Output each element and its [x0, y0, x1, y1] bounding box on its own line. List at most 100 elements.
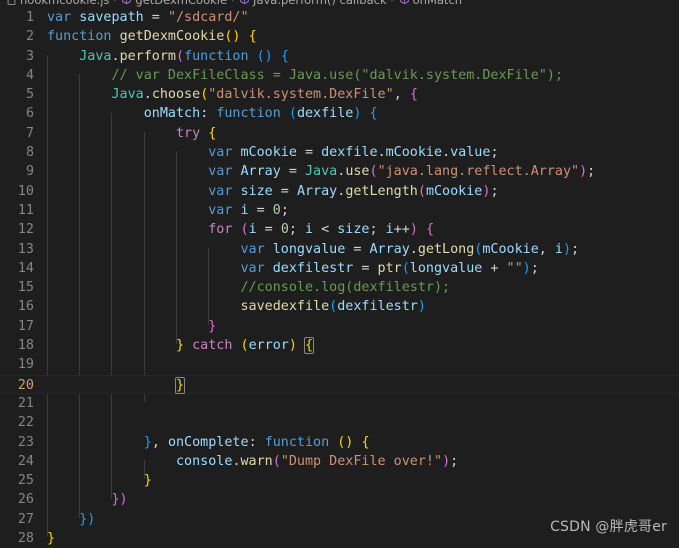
breadcrumb-item-3[interactable]: onMatch: [399, 0, 462, 7]
code-line[interactable]: 19: [0, 355, 679, 374]
line-content[interactable]: }: [47, 376, 186, 395]
code-token: }: [143, 434, 152, 450]
line-number: 17: [17, 318, 34, 334]
code-token: catch: [192, 338, 233, 354]
code-line[interactable]: 10 var size = Array.getLength(mCookie);: [0, 182, 679, 201]
code-token: var: [47, 10, 72, 25]
line-number: 23: [17, 434, 34, 450]
code-token: (: [401, 260, 410, 276]
line-number: 15: [17, 280, 34, 296]
line-content[interactable]: var Array = Java.use("java.lang.reflect.…: [47, 162, 595, 181]
code-token: (: [288, 106, 297, 122]
code-line[interactable]: 3 Java.perform(function () {: [0, 47, 679, 66]
code-token: +: [482, 260, 507, 276]
code-line[interactable]: 6 onMatch: function (dexfile) {: [0, 104, 679, 123]
line-content[interactable]: }: [47, 529, 55, 548]
breadcrumb[interactable]: hookmcookie.js › getDexmCookie › Java.perfor…: [0, 0, 679, 8]
code-token: 0: [280, 222, 289, 238]
line-number: 8: [25, 145, 34, 161]
code-token: }): [111, 492, 128, 508]
code-token: ;: [571, 241, 580, 257]
line-content[interactable]: var mCookie = dexfile.mCookie.value;: [47, 143, 498, 162]
code-token: ): [409, 222, 418, 238]
line-content[interactable]: var longvalue = Array.getLong(mCookie, i…: [47, 240, 579, 259]
line-number: 1: [25, 10, 34, 25]
code-line[interactable]: 23 }, onComplete: function () {: [0, 433, 679, 452]
line-content[interactable]: }: [47, 471, 152, 490]
line-content[interactable]: console.warn("Dump DexFile over!");: [47, 452, 458, 471]
code-line[interactable]: 5 Java.choose("dalvik.system.DexFile", {: [0, 85, 679, 104]
line-content[interactable]: function getDexmCookie() {: [47, 27, 257, 46]
line-content[interactable]: onMatch: function (dexfile) {: [47, 104, 378, 123]
line-content[interactable]: Java.perform(function () {: [47, 47, 289, 66]
code-line[interactable]: 25 }: [0, 471, 679, 490]
code-line[interactable]: 17 }: [0, 317, 679, 336]
code-lines-container[interactable]: 1 var savepath = "/sdcard/" 2 function getD…: [0, 8, 679, 548]
code-line[interactable]: 15 //console.log(dexfilestr);: [0, 278, 679, 297]
line-content[interactable]: // var DexFileClass = Java.use("dalvik.s…: [47, 66, 563, 85]
code-line[interactable]: 26 }): [0, 490, 679, 509]
code-line[interactable]: 22: [0, 413, 679, 432]
line-content[interactable]: }): [47, 490, 128, 509]
code-line[interactable]: 1 var savepath = "/sdcard/": [0, 8, 679, 27]
line-content[interactable]: }: [47, 317, 216, 336]
breadcrumb-item-1[interactable]: getDexmCookie: [121, 0, 227, 7]
code-line[interactable]: 18 } catch (error) {: [0, 336, 679, 355]
code-token: {: [425, 222, 434, 238]
breadcrumb-item-0[interactable]: hookmcookie.js: [6, 0, 109, 7]
code-token: ,: [393, 87, 410, 103]
line-content[interactable]: var dexfilestr = ptr(longvalue + "");: [47, 259, 538, 278]
code-token: function: [47, 29, 112, 45]
line-content[interactable]: for (i = 0; i < size; i++) {: [47, 220, 434, 239]
code-token: Java: [79, 48, 112, 64]
line-content[interactable]: try {: [47, 124, 216, 143]
code-token: Array: [369, 241, 410, 257]
line-content[interactable]: //console.log(dexfilestr);: [47, 278, 450, 297]
code-line[interactable]: 12 for (i = 0; i < size; i++) {: [0, 220, 679, 239]
code-line[interactable]: 16 savedexfile(dexfilestr): [0, 297, 679, 316]
code-line[interactable]: 13 var longvalue = Array.getLong(mCookie…: [0, 240, 679, 259]
line-content[interactable]: } catch (error) {: [47, 336, 315, 355]
code-token: :: [248, 434, 265, 450]
code-token: dexfilestr: [337, 299, 418, 315]
code-token: dexfile: [321, 145, 378, 161]
code-line[interactable]: 20 }: [0, 374, 679, 395]
code-line[interactable]: 2 function getDexmCookie() {: [0, 27, 679, 46]
code-line[interactable]: 8 var mCookie = dexfile.mCookie.value;: [0, 143, 679, 162]
line-content[interactable]: var size = Array.getLength(mCookie);: [47, 182, 498, 201]
code-token: .: [232, 453, 241, 469]
code-line[interactable]: 14 var dexfilestr = ptr(longvalue + "");: [0, 259, 679, 278]
breadcrumb-item-label: Java.perform() callback: [253, 0, 387, 7]
code-token: ,: [538, 241, 555, 257]
line-content[interactable]: savedexfile(dexfilestr): [47, 297, 425, 316]
line-content[interactable]: }, onComplete: function () {: [47, 433, 370, 452]
code-token: =: [248, 202, 273, 218]
code-token: =: [280, 164, 305, 180]
code-token: ): [442, 453, 451, 469]
code-line[interactable]: 24 console.warn("Dump DexFile over!");: [0, 452, 679, 471]
line-content[interactable]: Java.choose("dalvik.system.DexFile", {: [47, 85, 418, 104]
line-number: 11: [17, 202, 34, 218]
code-token: //console.log(dexfilestr);: [240, 280, 451, 296]
code-token: "Dump DexFile over!": [280, 453, 443, 469]
line-content[interactable]: var i = 0;: [47, 201, 289, 220]
code-line[interactable]: 7 try {: [0, 124, 679, 143]
code-line[interactable]: 21: [0, 394, 679, 413]
code-line[interactable]: 9 var Array = Java.use("java.lang.reflec…: [0, 162, 679, 181]
code-viewport[interactable]: 1 var savepath = "/sdcard/" 2 function getD…: [0, 8, 679, 548]
code-line[interactable]: 4 // var DexFileClass = Java.use("dalvik…: [0, 66, 679, 85]
breadcrumb-item-2[interactable]: Java.perform() callback: [239, 0, 387, 7]
line-content[interactable]: var savepath = "/sdcard/": [47, 8, 249, 27]
line-content[interactable]: }): [47, 510, 95, 529]
code-line[interactable]: 11 var i = 0;: [0, 201, 679, 220]
